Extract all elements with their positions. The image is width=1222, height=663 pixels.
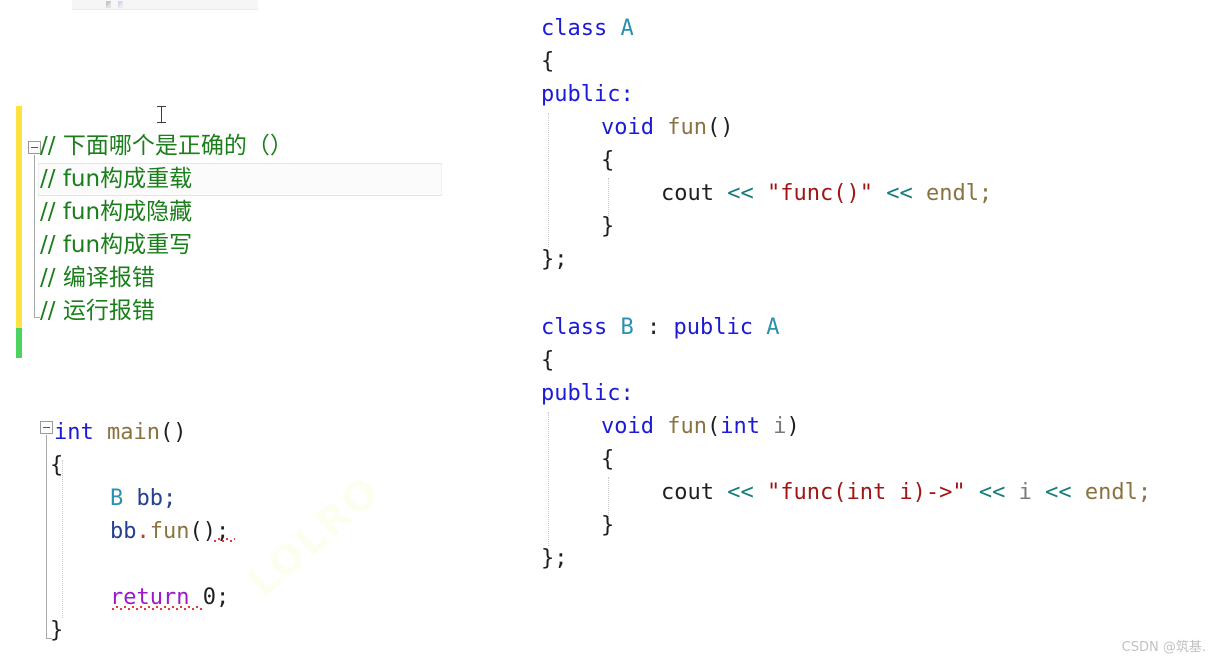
comment-line-1[interactable]: // fun构成重载 (40, 163, 192, 196)
class-a-cout-line[interactable]: cout << "func()" << endl; (661, 177, 992, 210)
class-b-header[interactable]: class B : public A (541, 311, 779, 344)
class-b-open-brace[interactable]: { (541, 344, 554, 377)
class-b-base-name: A (766, 315, 780, 340)
main-parens: () (159, 420, 187, 445)
comment-text-1: fun构成重载 (62, 166, 193, 192)
comment-marker-4: // (40, 265, 56, 291)
comment-line-4[interactable]: // 编译报错 (40, 262, 155, 295)
class-a-open-brace[interactable]: { (541, 45, 554, 78)
class-b-op1: << (727, 480, 754, 505)
class-a-keyword: class (541, 16, 608, 41)
class-b-op3: << (1045, 480, 1072, 505)
comment-marker-1: // (40, 166, 56, 192)
class-b-method-name: fun (667, 414, 707, 439)
class-b-inherit-colon: : (646, 315, 661, 340)
class-a-string: "func()" (766, 181, 873, 206)
main-open-brace[interactable]: { (50, 449, 63, 482)
collapse-toggle-main[interactable] (40, 421, 53, 434)
comment-line-5[interactable]: // 运行报错 (40, 295, 155, 328)
comment-line-3[interactable]: // fun构成重写 (40, 229, 192, 262)
comment-marker-0: // (40, 133, 56, 159)
comment-marker-3: // (40, 232, 56, 258)
call-method-fun: fun (149, 519, 190, 544)
comment-text-0: 下面哪个是正确的（） (62, 133, 293, 159)
class-b-access[interactable]: public: (541, 377, 634, 410)
comment-line-2[interactable]: // fun构成隐藏 (40, 196, 192, 229)
main-close-brace[interactable]: } (50, 614, 63, 647)
outline-rule-main (46, 435, 52, 639)
decl-var-bb: bb; (136, 486, 177, 511)
class-b-cout: cout (661, 480, 714, 505)
comment-text-3: fun构成重写 (62, 232, 193, 258)
class-a-close-brace[interactable]: }; (541, 243, 568, 276)
class-b-keyword: class (541, 315, 608, 340)
class-b-open-paren: ( (706, 414, 721, 439)
class-a-cout: cout (661, 181, 714, 206)
corner-watermark: CSDN @筑基. (1121, 640, 1206, 655)
class-a-header[interactable]: class A (541, 12, 634, 45)
text-cursor-ibeam (157, 106, 166, 123)
comment-text-4: 编译报错 (62, 265, 155, 291)
class-b-name: B (620, 315, 634, 340)
class-a-body-close[interactable]: } (601, 210, 614, 243)
comment-marker-2: // (40, 199, 56, 225)
class-b-stream-var: i (1018, 480, 1032, 505)
class-b-method-return: void (601, 414, 654, 439)
code-editor-surface[interactable]: // 下面哪个是正确的（） // fun构成重载 // fun构成隐藏 // f… (0, 0, 1222, 663)
class-b-op2: << (978, 480, 1006, 505)
class-a-name: A (620, 16, 634, 41)
comment-marker-5: // (40, 298, 56, 324)
outline-rule-comment-block (34, 155, 40, 318)
class-b-method-signature[interactable]: void fun(int i) (601, 410, 800, 443)
main-signature-line[interactable]: int main() (54, 416, 186, 449)
diagonal-watermark: LOLRO (239, 467, 390, 606)
indent-guide-main (62, 460, 63, 618)
class-b-string: "func(int i)->" (766, 480, 966, 505)
comment-text-2: fun构成隐藏 (62, 199, 193, 225)
indent-guide-class-a-outer (548, 113, 549, 247)
error-squiggle-call (213, 538, 235, 542)
change-bar-saved (16, 328, 22, 358)
return-value: 0; (202, 585, 230, 610)
class-a-op1: << (727, 181, 754, 206)
class-a-op2: << (886, 181, 913, 206)
toolbar-remnant (72, 0, 258, 10)
class-a-method-signature[interactable]: void fun() (601, 111, 733, 144)
change-bar-unsaved (16, 106, 22, 328)
main-name: main (107, 420, 160, 445)
class-b-endl: endl; (1084, 480, 1152, 505)
main-decl-line[interactable]: B bb; (110, 482, 176, 515)
class-b-inherit-access: public (673, 315, 753, 340)
class-b-body-open[interactable]: { (601, 443, 614, 476)
class-a-endl: endl; (925, 181, 993, 206)
call-object-bb: bb (110, 519, 137, 544)
main-call-line[interactable]: bb.fun(); (110, 515, 229, 548)
class-b-close-brace[interactable]: }; (541, 542, 568, 575)
class-a-body-open[interactable]: { (601, 144, 614, 177)
comment-text-5: 运行报错 (62, 298, 155, 324)
class-b-body-close[interactable]: } (601, 509, 614, 542)
comment-line-0[interactable]: // 下面哪个是正确的（） (40, 130, 293, 163)
class-b-cout-line[interactable]: cout << "func(int i)->" << i << endl; (661, 476, 1151, 509)
toolbar-icon-left (106, 1, 111, 8)
main-keyword-int: int (54, 420, 94, 445)
indent-guide-class-b-outer (548, 412, 549, 546)
error-squiggle-return (111, 606, 203, 610)
call-dot: . (136, 519, 150, 544)
class-b-param-name: i (773, 414, 787, 439)
toolbar-icon-right (118, 1, 123, 8)
decl-type-b: B (110, 486, 124, 511)
class-a-access[interactable]: public: (541, 78, 634, 111)
class-a-method-return: void (601, 115, 654, 140)
class-b-param-type: int (720, 414, 760, 439)
class-a-method-name: fun (667, 115, 707, 140)
class-b-close-paren: ) (786, 414, 800, 439)
class-a-method-parens: () (706, 115, 734, 140)
